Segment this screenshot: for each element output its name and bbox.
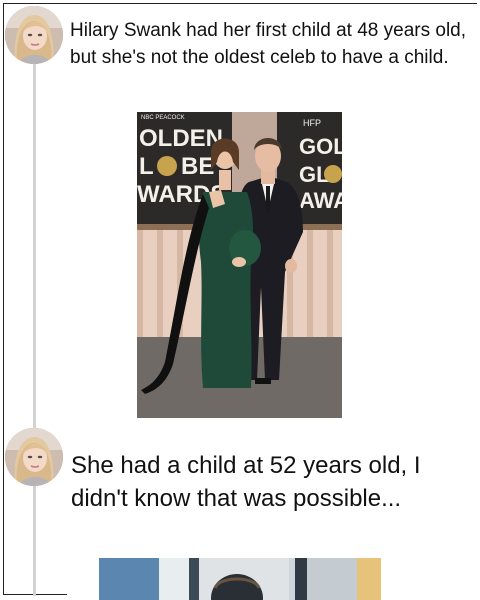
red-carpet-photo[interactable]: OLDEN L BE WARDS HFP GOLD GL AWAR NBC PE… — [137, 112, 342, 418]
thread-connector-line — [33, 62, 36, 596]
post-text: She had a child at 52 years old, I didn'… — [71, 452, 421, 512]
backdrop-text-7: AWAR — [299, 188, 342, 213]
network-text: NBC PEACOCK — [141, 115, 185, 121]
backdrop-logo-text: HFP — [303, 118, 321, 128]
user-avatar[interactable] — [5, 428, 63, 486]
user-avatar[interactable] — [5, 6, 63, 64]
backdrop-text-1: OLDEN — [139, 125, 223, 152]
backdrop-text-5: GOLD — [299, 134, 342, 159]
thread-frame-top — [3, 3, 477, 4]
backdrop-text-3: BE — [181, 153, 214, 180]
partial-photo[interactable] — [99, 558, 381, 600]
thread-frame-left — [3, 3, 4, 595]
post-text: Hilary Swank had her first child at 48 y… — [70, 20, 467, 68]
backdrop-text-2: L — [139, 153, 154, 180]
